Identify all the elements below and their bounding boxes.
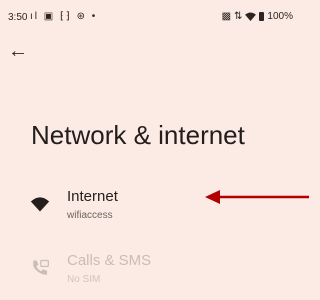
status-bar: 3:50 ıl ▣ ⁅⁆ ⊛ • ▩ ⇅ 100%: [0, 0, 309, 28]
wifi-status-icon: [245, 12, 257, 21]
status-icons: ıl ▣ ⁅⁆ ⊛ •: [30, 11, 97, 22]
vibrate-icon: ⁅⁆: [60, 11, 72, 22]
data-icon: ⇅: [234, 11, 243, 22]
internet-subtitle: wifiaccess: [67, 210, 113, 221]
battery-level: 100%: [267, 11, 293, 22]
battery-icon: [259, 12, 265, 21]
status-time: 3:50: [8, 12, 28, 23]
media-icon: ▣: [43, 11, 56, 22]
back-arrow-icon: ←: [8, 40, 28, 62]
calls-sms-subtitle: No SIM: [67, 274, 101, 285]
page-title: Network & internet: [31, 120, 245, 150]
back-button[interactable]: ←: [8, 39, 32, 63]
dot-icon: •: [91, 11, 98, 22]
sync-icon: ⊛: [76, 11, 87, 22]
calls-sms-title: Calls & SMS: [67, 252, 152, 269]
red-arrow-annotation: [205, 190, 309, 204]
status-right: ▩ ⇅ 100%: [222, 11, 293, 22]
signal-icon: ıl: [30, 11, 39, 22]
wifi-icon: [30, 197, 50, 212]
calls-sms-icon: [33, 259, 49, 275]
internet-title: Internet: [67, 188, 118, 205]
cast-icon: ▩: [221, 11, 232, 22]
